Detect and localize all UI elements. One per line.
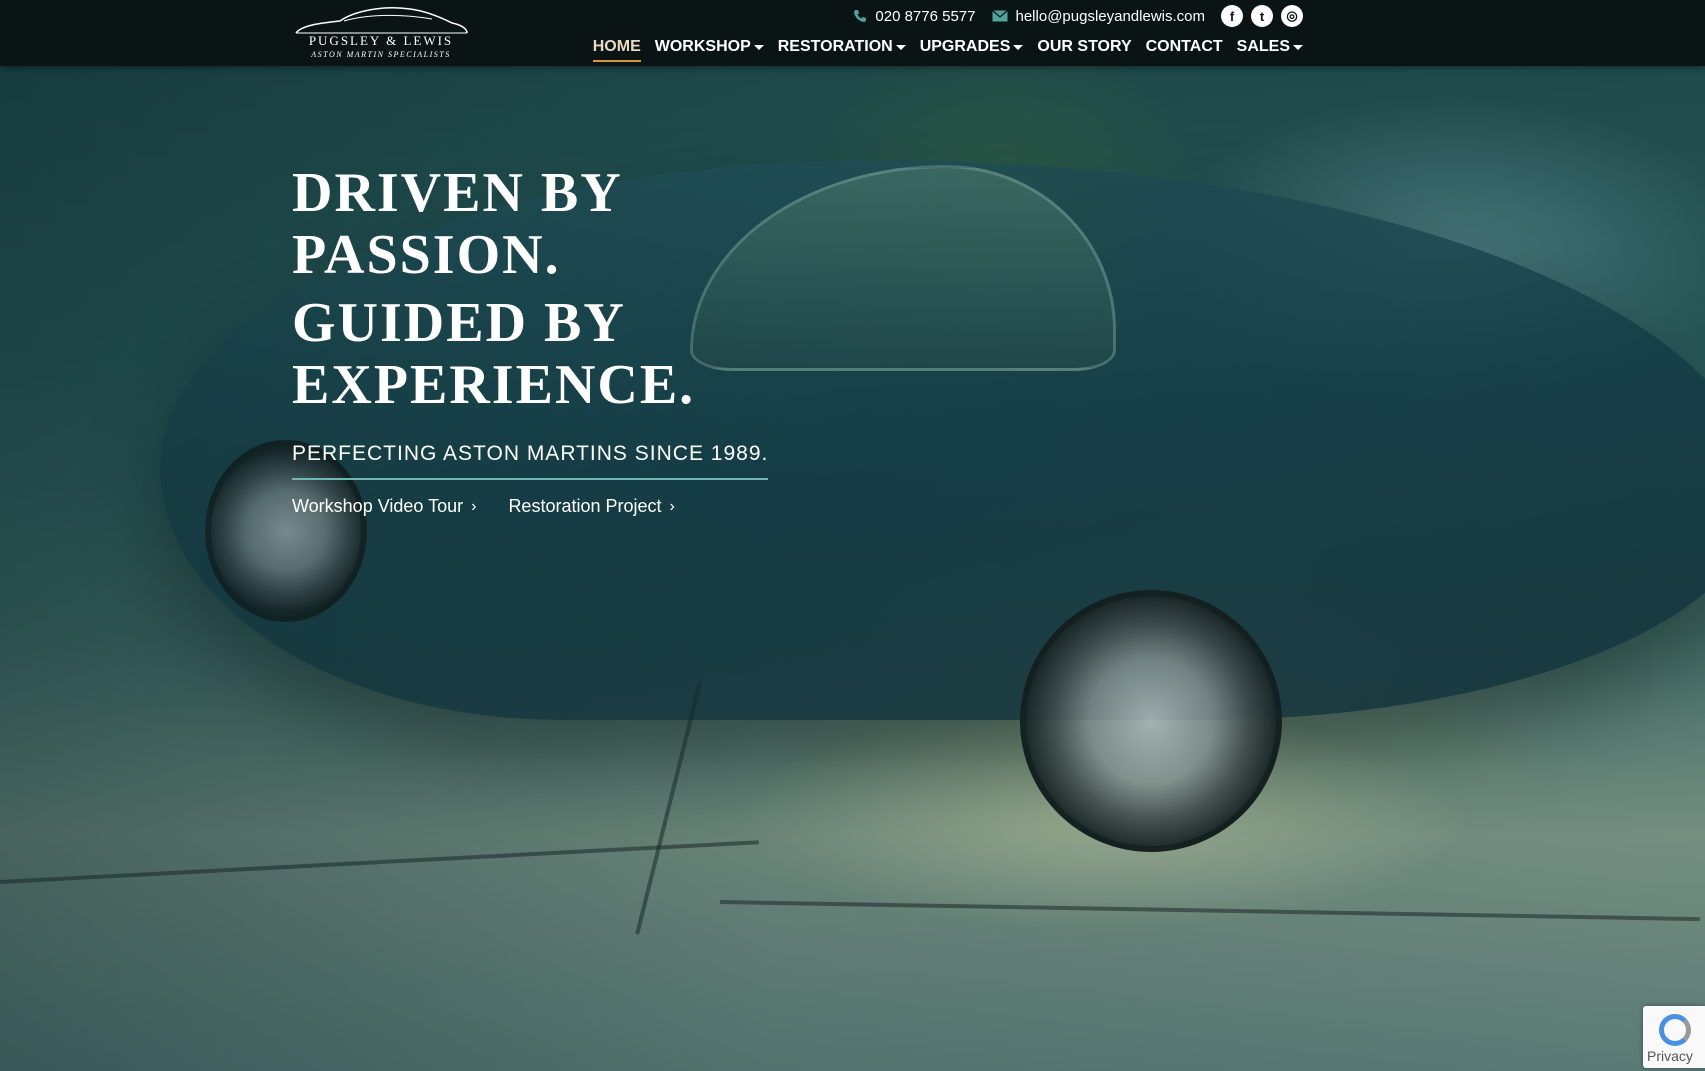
recaptcha-privacy-label: Privacy <box>1647 1048 1693 1064</box>
nav-home-label: HOME <box>592 38 641 55</box>
hero-tagline: PERFECTING ASTON MARTINS SINCE 1989. <box>292 442 769 480</box>
workshop-video-tour-label: Workshop Video Tour <box>292 496 464 516</box>
workshop-video-tour-link[interactable]: Workshop Video Tour › <box>292 496 476 517</box>
twitter-icon[interactable]: t <box>1251 5 1273 27</box>
recaptcha-badge[interactable]: Privacy <box>1643 1006 1705 1068</box>
hero-links: Workshop Video Tour › Restoration Projec… <box>292 496 992 517</box>
nav-workshop-label: WORKSHOP <box>654 38 751 55</box>
chevron-right-icon: › <box>669 497 675 515</box>
nav-workshop[interactable]: WORKSHOP <box>655 38 764 62</box>
phone-number: 020 8776 5577 <box>875 7 976 25</box>
caret-down-icon <box>895 44 906 50</box>
site-header: PUGSLEY & LEWIS ASTON MARTIN SPECIALISTS… <box>0 0 1705 66</box>
email-address: hello@pugsleyandlewis.com <box>1015 7 1206 25</box>
nav-upgrades-label: UPGRADES <box>919 38 1011 55</box>
hero-background-image <box>0 0 1705 1071</box>
caret-down-icon <box>753 44 764 50</box>
caret-down-icon <box>1013 44 1024 50</box>
hero-content: DRIVEN BY PASSION. GUIDED BY EXPERIENCE.… <box>292 162 992 517</box>
nav-sales-label: SALES <box>1236 38 1290 55</box>
nav-our-story-label: OUR STORY <box>1037 38 1132 55</box>
brand-tagline: ASTON MARTIN SPECIALISTS <box>311 50 451 59</box>
instagram-icon[interactable]: ◎ <box>1281 5 1303 27</box>
nav-home[interactable]: HOME <box>592 38 641 62</box>
car-silhouette-icon <box>295 6 468 34</box>
phone-icon <box>854 10 867 22</box>
phone-link[interactable]: 020 8776 5577 <box>853 7 976 25</box>
email-link[interactable]: hello@pugsleyandlewis.com <box>991 7 1206 25</box>
envelope-icon <box>991 10 1008 22</box>
nav-contact[interactable]: CONTACT <box>1146 38 1223 62</box>
hero-overlay <box>0 0 1705 1071</box>
contact-bar: 020 8776 5577 hello@pugsleyandlewis.com … <box>853 4 1303 28</box>
brand-name: PUGSLEY & LEWIS <box>308 33 454 48</box>
nav-restoration-label: RESTORATION <box>777 38 893 55</box>
page: PUGSLEY & LEWIS ASTON MARTIN SPECIALISTS… <box>0 0 1705 1071</box>
nav-contact-label: CONTACT <box>1145 38 1223 55</box>
brand-logo[interactable]: PUGSLEY & LEWIS ASTON MARTIN SPECIALISTS <box>292 3 470 61</box>
restoration-project-link[interactable]: Restoration Project › <box>508 496 674 517</box>
nav-our-story[interactable]: OUR STORY <box>1037 38 1131 62</box>
caret-down-icon <box>1293 44 1303 50</box>
recaptcha-icon <box>1659 1014 1691 1046</box>
chevron-right-icon: › <box>471 497 477 515</box>
restoration-project-label: Restoration Project <box>508 496 662 516</box>
hero-headline-secondary: GUIDED BY EXPERIENCE. <box>292 292 696 416</box>
nav-restoration[interactable]: RESTORATION <box>778 38 906 62</box>
hero-headline-primary: DRIVEN BY PASSION. <box>292 162 621 286</box>
nav-upgrades[interactable]: UPGRADES <box>920 38 1024 62</box>
nav-sales[interactable]: SALES <box>1237 38 1303 62</box>
main-nav: HOME WORKSHOP RESTORATION UPGRADES OUR S… <box>592 38 1303 62</box>
facebook-icon[interactable]: f <box>1221 5 1243 27</box>
